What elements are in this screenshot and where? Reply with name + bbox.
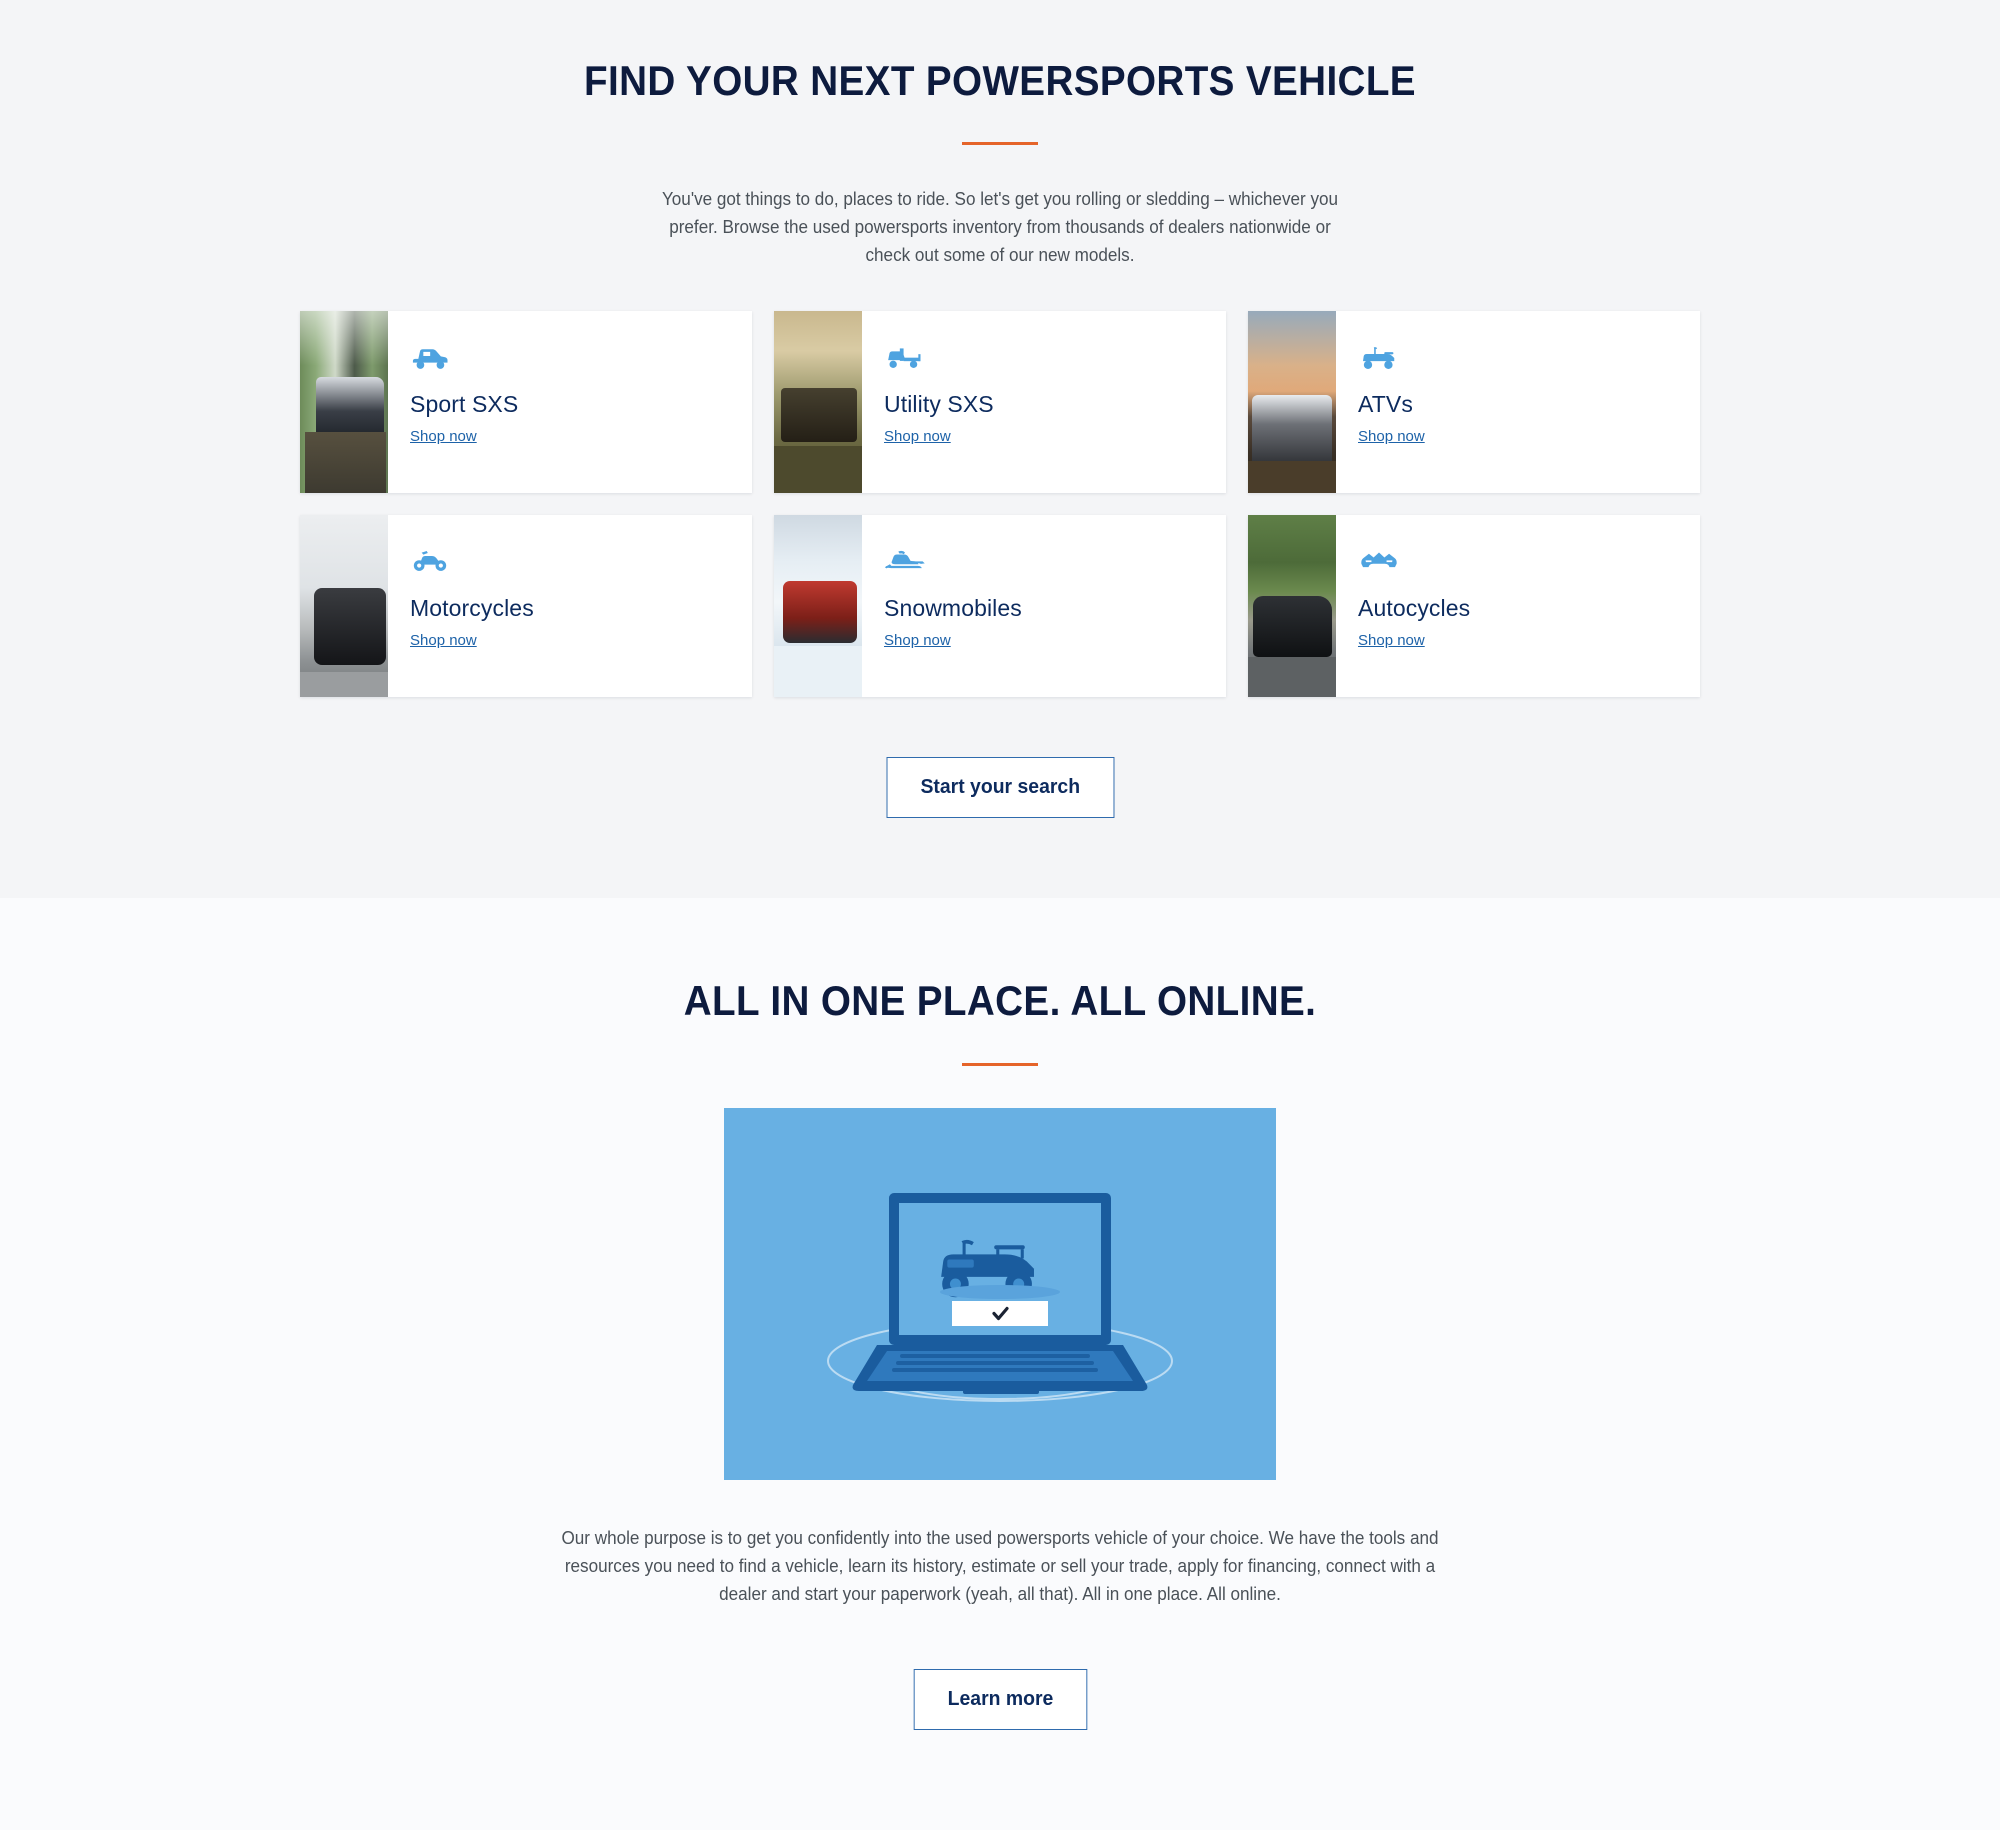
atv-icon xyxy=(1358,343,1700,377)
snowmobile-photo xyxy=(774,515,862,698)
shop-now-link[interactable]: Shop now xyxy=(884,632,951,649)
card-title: ATVs xyxy=(1358,391,1413,418)
laptop-with-atv-illustration xyxy=(724,1107,1276,1480)
orange-rule-divider xyxy=(962,142,1038,146)
autocycle-icon xyxy=(1358,547,1700,581)
category-card-snowmobiles[interactable]: Snowmobiles Shop now xyxy=(774,515,1226,698)
shop-now-link[interactable]: Shop now xyxy=(884,428,951,445)
category-card-utility-sxs[interactable]: Utility SXS Shop now xyxy=(774,311,1226,494)
orange-rule-divider xyxy=(962,1062,1038,1066)
category-card-sport-sxs[interactable]: Sport SXS Shop now xyxy=(300,311,752,494)
find-vehicle-section: FIND YOUR NEXT POWERSPORTS VEHICLE You'v… xyxy=(0,0,2000,899)
learn-more-button[interactable]: Learn more xyxy=(913,1668,1087,1730)
shop-now-link[interactable]: Shop now xyxy=(410,632,477,649)
utility-sxs-icon xyxy=(884,343,1226,377)
card-title: Autocycles xyxy=(1358,595,1471,622)
card-body: Snowmobiles Shop now xyxy=(862,515,1226,697)
learn-more-button-row: Learn more xyxy=(0,1668,2000,1730)
all-in-one-place-section: ALL IN ONE PLACE. ALL ONLINE. Our whole … xyxy=(0,898,2000,1830)
motorcycle-photo xyxy=(300,515,388,698)
start-your-search-button[interactable]: Start your search xyxy=(886,757,1114,819)
card-body: Motorcycles Shop now xyxy=(388,515,752,697)
purpose-paragraph: Our whole purpose is to get you confiden… xyxy=(561,1527,1439,1605)
category-card-atvs[interactable]: ATVs Shop now xyxy=(1248,311,1700,494)
card-title: Snowmobiles xyxy=(884,595,1022,622)
card-title: Motorcycles xyxy=(410,595,534,622)
shop-now-link[interactable]: Shop now xyxy=(1358,632,1425,649)
card-body: Utility SXS Shop now xyxy=(862,311,1226,493)
utility-sxs-photo xyxy=(774,311,862,494)
autocycle-photo xyxy=(1248,515,1336,698)
category-card-autocycles[interactable]: Autocycles Shop now xyxy=(1248,515,1700,698)
page-root: FIND YOUR NEXT POWERSPORTS VEHICLE You'v… xyxy=(0,0,2000,1830)
card-title: Utility SXS xyxy=(884,391,994,418)
shop-now-link[interactable]: Shop now xyxy=(1358,428,1425,445)
motorcycle-icon xyxy=(410,547,752,581)
category-card-motorcycles[interactable]: Motorcycles Shop now xyxy=(300,515,752,698)
start-search-button-row: Start your search xyxy=(0,757,2000,819)
atv-photo xyxy=(1248,311,1336,494)
vehicle-category-grid: Sport SXS Shop now Utility SXS Shop now … xyxy=(300,311,1700,698)
card-body: ATVs Shop now xyxy=(1336,311,1700,493)
intro-paragraph: You've got things to do, places to ride.… xyxy=(661,189,1339,266)
section-title: ALL IN ONE PLACE. ALL ONLINE. xyxy=(683,977,1317,1025)
page-title: FIND YOUR NEXT POWERSPORTS VEHICLE xyxy=(584,57,1416,104)
sport-sxs-icon xyxy=(410,343,752,377)
card-title: Sport SXS xyxy=(410,391,519,418)
card-body: Autocycles Shop now xyxy=(1336,515,1700,697)
snowmobile-icon xyxy=(884,547,1226,581)
card-body: Sport SXS Shop now xyxy=(388,311,752,493)
shop-now-link[interactable]: Shop now xyxy=(410,428,477,445)
sport-sxs-photo xyxy=(300,311,388,494)
